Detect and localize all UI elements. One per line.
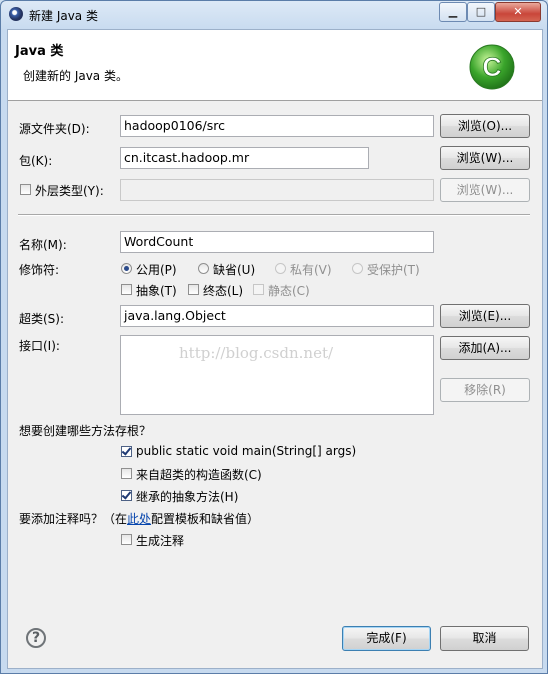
java-class-icon: C xyxy=(469,44,515,90)
package-field[interactable]: cn.itcast.hadoop.mr xyxy=(120,147,369,169)
superclass-label: 超类(S): xyxy=(19,312,65,326)
browse-package-button[interactable]: 浏览(W)... xyxy=(440,146,530,170)
class-name-field[interactable]: WordCount xyxy=(120,231,434,253)
main-method-label: public static void main(String[] args) xyxy=(136,444,357,458)
generate-comments-label: 生成注释 xyxy=(136,534,185,548)
dialog-body: Java 类 创建新的 Java 类。 C 源文件夹(D): hadoop010… xyxy=(7,29,543,669)
remove-interface-button[interactable]: 移除(R) xyxy=(440,378,530,402)
constructors-checkbox[interactable] xyxy=(121,468,132,479)
abstract-label: 抽象(T) xyxy=(136,284,177,298)
public-radio[interactable] xyxy=(121,263,132,274)
static-label: 静态(C) xyxy=(268,284,310,298)
minimize-button[interactable]: ▁ xyxy=(439,2,467,22)
source-folder-label: 源文件夹(D): xyxy=(19,122,90,136)
public-label: 公用(P) xyxy=(136,263,177,277)
interfaces-list[interactable]: http://blog.csdn.net/ xyxy=(120,335,434,415)
enclosing-type-checkbox[interactable] xyxy=(20,184,31,195)
main-method-checkbox[interactable] xyxy=(121,446,132,457)
browse-superclass-button[interactable]: 浏览(E)... xyxy=(440,304,530,328)
add-interface-button[interactable]: 添加(A)... xyxy=(440,336,530,360)
interfaces-label: 接口(I): xyxy=(19,339,60,353)
configure-templates-link[interactable]: 此处 xyxy=(127,512,151,526)
name-label: 名称(M): xyxy=(19,238,67,252)
wizard-title: Java 类 xyxy=(15,44,64,59)
browse-source-folder-button[interactable]: 浏览(O)... xyxy=(440,114,530,138)
static-checkbox[interactable] xyxy=(253,284,264,295)
constructors-label: 来自超类的构造函数(C) xyxy=(136,468,262,482)
final-checkbox[interactable] xyxy=(188,284,199,295)
logo-letter: C xyxy=(482,52,502,82)
enclosing-type-field[interactable] xyxy=(120,179,434,201)
comments-question-prefix: 要添加注释吗？（在 xyxy=(19,512,128,526)
default-label: 缺省(U) xyxy=(213,263,256,277)
eclipse-icon xyxy=(9,7,23,21)
package-label: 包(K): xyxy=(19,154,53,168)
protected-label: 受保护(T) xyxy=(367,263,420,277)
modifiers-label: 修饰符: xyxy=(19,263,60,277)
maximize-button[interactable]: □ xyxy=(467,2,495,22)
final-label: 终态(L) xyxy=(203,284,244,298)
help-icon[interactable]: ? xyxy=(26,628,46,648)
window-title: 新建 Java 类 xyxy=(29,9,98,23)
private-label: 私有(V) xyxy=(290,263,332,277)
method-stubs-question: 想要创建哪些方法存根？ xyxy=(19,424,152,438)
comments-question: 要添加注释吗？（在此处配置模板和缺省值） xyxy=(19,510,259,527)
finish-button[interactable]: 完成(F) xyxy=(342,626,431,651)
inherited-methods-label: 继承的抽象方法(H) xyxy=(136,490,239,504)
superclass-field[interactable]: java.lang.Object xyxy=(120,305,434,327)
watermark: http://blog.csdn.net/ xyxy=(179,344,334,362)
default-radio[interactable] xyxy=(198,263,209,274)
generate-comments-checkbox[interactable] xyxy=(121,534,132,545)
new-java-class-dialog: 新建 Java 类 ▁ □ ✕ Java 类 创建新的 Java 类。 C 源文… xyxy=(0,0,548,674)
browse-enclosing-type-button[interactable]: 浏览(W)... xyxy=(440,178,530,202)
separator xyxy=(18,214,530,216)
close-button[interactable]: ✕ xyxy=(495,2,541,22)
abstract-checkbox[interactable] xyxy=(121,284,132,295)
source-folder-field[interactable]: hadoop0106/src xyxy=(120,115,434,137)
comments-question-suffix: 配置模板和缺省值） xyxy=(151,512,260,526)
wizard-banner: Java 类 创建新的 Java 类。 C xyxy=(8,30,542,101)
title-bar[interactable]: 新建 Java 类 ▁ □ ✕ xyxy=(1,1,547,27)
inherited-methods-checkbox[interactable] xyxy=(121,490,132,501)
protected-radio[interactable] xyxy=(352,263,363,274)
private-radio[interactable] xyxy=(275,263,286,274)
enclosing-type-label: 外层类型(Y): xyxy=(35,184,104,198)
wizard-description: 创建新的 Java 类。 xyxy=(23,69,128,83)
cancel-button[interactable]: 取消 xyxy=(440,626,529,651)
